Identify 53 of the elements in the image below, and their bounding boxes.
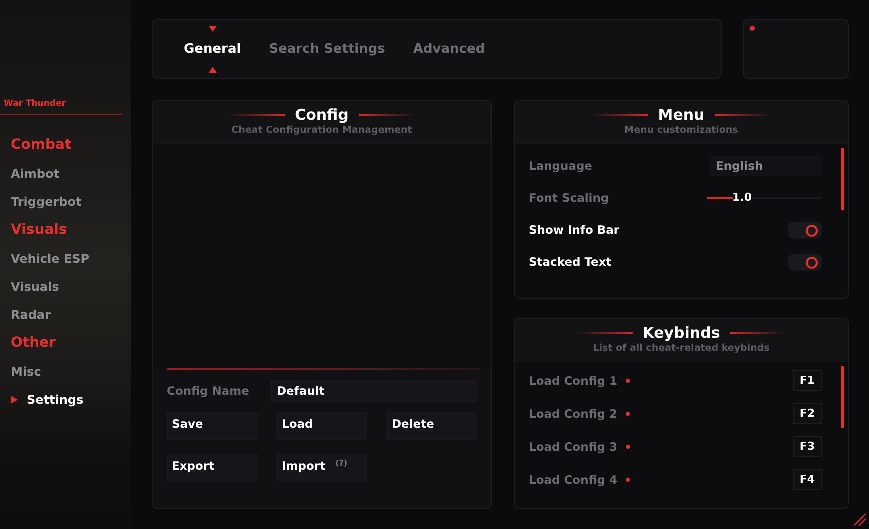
app-title: War Thunder — [0, 99, 123, 115]
scrollbar[interactable] — [841, 148, 844, 210]
dot-icon — [626, 412, 630, 416]
toggle-switch[interactable] — [788, 222, 822, 238]
resize-grip-icon[interactable] — [852, 512, 866, 526]
tab[interactable]: General — [173, 26, 252, 72]
panel-subtitle: Menu customizations — [624, 125, 738, 136]
dot-icon — [626, 378, 630, 382]
triangle-icon — [208, 66, 217, 72]
section-heading: Combat — [11, 136, 73, 155]
sidebar-item[interactable]: Radar — [11, 301, 51, 329]
action-button[interactable]: Load — [277, 412, 367, 440]
action-button[interactable]: Delete — [387, 412, 477, 440]
setting-label: Language — [529, 159, 592, 173]
sidebar-item[interactable]: Triggerbot — [11, 188, 82, 216]
action-button[interactable]: Save — [167, 412, 257, 440]
action-button[interactable]: Export — [167, 454, 257, 482]
section-heading: Other — [11, 334, 57, 353]
language-dropdown[interactable]: English — [710, 156, 822, 176]
sidebar-item[interactable]: Visuals — [11, 273, 60, 301]
setting-label: Font Scaling — [529, 191, 610, 205]
setting-label: Stacked Text — [529, 255, 612, 269]
sidebar-item[interactable]: Vehicle ESP — [11, 245, 90, 273]
panel-title: Config — [295, 106, 349, 124]
panel-subtitle: Cheat Configuration Management — [232, 125, 412, 136]
action-button[interactable]: Import (?) — [277, 454, 367, 482]
section-heading: Visuals — [11, 221, 68, 240]
panel-title: Keybinds — [642, 324, 720, 342]
keybind-label: Load Config 1 — [529, 374, 618, 388]
key-button[interactable]: F2 — [792, 403, 822, 424]
keybind-label: Load Config 3 — [529, 440, 618, 454]
scrollbar[interactable] — [841, 366, 844, 428]
tab[interactable]: Search Settings — [258, 26, 396, 72]
input-field[interactable]: Default — [271, 380, 477, 402]
keybind-label: Load Config 2 — [529, 406, 618, 420]
sidebar-item[interactable]: Misc — [11, 358, 42, 386]
setting-label: Show Info Bar — [529, 223, 620, 237]
dot-icon — [750, 26, 755, 31]
field-label: Config Name — [167, 384, 250, 398]
tab[interactable]: Advanced — [402, 26, 496, 72]
keybind-label: Load Config 4 — [529, 472, 618, 486]
key-button[interactable]: F4 — [792, 469, 822, 490]
sidebar-item[interactable]: Settings — [11, 386, 84, 414]
key-button[interactable]: F1 — [792, 370, 822, 391]
triangle-icon — [11, 396, 18, 404]
toggle-switch[interactable] — [788, 254, 822, 270]
dot-icon — [626, 444, 630, 448]
panel-subtitle: List of all cheat-related keybinds — [593, 343, 770, 354]
sidebar-item[interactable]: Aimbot — [11, 160, 60, 188]
triangle-icon — [208, 26, 217, 32]
dot-icon — [626, 478, 630, 482]
panel-title: Menu — [658, 106, 705, 124]
key-button[interactable]: F3 — [792, 436, 822, 457]
